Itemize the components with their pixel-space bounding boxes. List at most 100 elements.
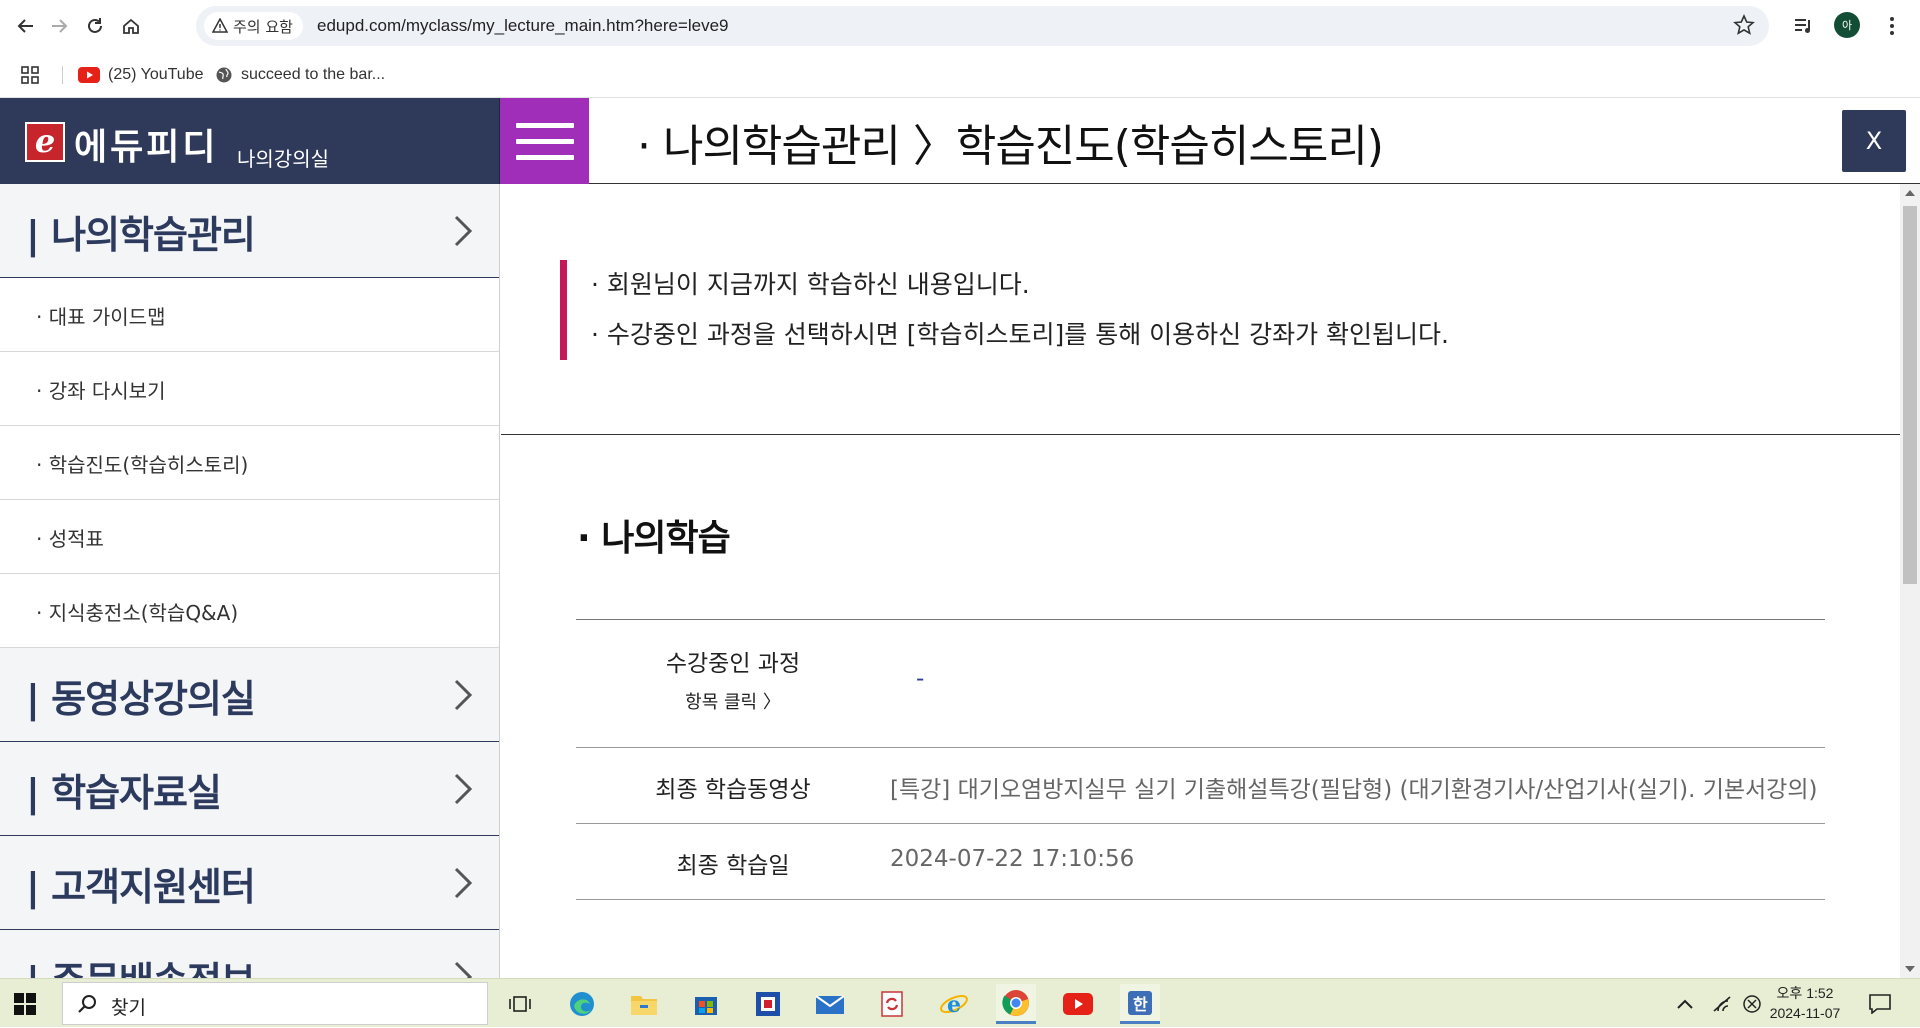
taskbar-app-edge[interactable] (562, 984, 602, 1024)
volume-muted-icon[interactable] (1742, 994, 1762, 1014)
sidebar-item-label: · 강좌 다시보기 (36, 379, 166, 403)
close-button[interactable]: X (1842, 110, 1906, 172)
taskbar-app-hangul[interactable]: 한 (1120, 984, 1160, 1024)
hamburger-line (515, 138, 574, 144)
sidebar-section-title: | 주문배송정보 (26, 950, 256, 978)
apps-shortcut[interactable] (20, 62, 40, 88)
url-text[interactable]: edupd.com/myclass/my_lecture_main.htm?he… (317, 16, 729, 36)
last-date-value: 2024-07-22 17:10:56 (890, 846, 1135, 872)
forward-button[interactable] (43, 10, 75, 42)
sidebar-item-label: · 학습진도(학습히스토리) (36, 453, 249, 477)
notice-line: · 수강중인 과정을 선택하시면 [학습히스토리]를 통해 이용하신 강좌가 확… (591, 320, 1449, 349)
taskbar-app-chrome[interactable] (996, 984, 1036, 1024)
bookmark-label: (25) YouTube (108, 66, 204, 83)
last-video-label: 최종 학습동영상 (655, 777, 811, 803)
chevron-up-icon[interactable] (1676, 998, 1694, 1010)
taskbar-app-internet-explorer[interactable]: e (934, 984, 974, 1024)
start-button[interactable] (10, 989, 40, 1019)
taskbar-app-sync[interactable] (872, 984, 912, 1024)
media-control-button[interactable] (1788, 10, 1820, 42)
learning-info-table: 수강중인 과정 항목 클릭 〉 - 최종 학습동영상 [특강] 대기오염방지실무… (576, 619, 1825, 900)
youtube-icon (78, 67, 100, 83)
section-divider (501, 434, 1900, 435)
app-red-icon (756, 992, 780, 1016)
search-placeholder: 찾기 (111, 997, 146, 1019)
hamburger-menu-button[interactable] (500, 98, 589, 184)
sidebar-item-learning-qa[interactable]: · 지식충전소(학습Q&A) (0, 574, 499, 648)
page-scrollbar[interactable] (1900, 184, 1920, 978)
last-date-label: 최종 학습일 (676, 853, 790, 879)
table-row-last-video: 최종 학습동영상 [특강] 대기오염방지실무 실기 기출해설특강(필답형) (대… (576, 748, 1825, 824)
system-tray (1676, 979, 1762, 1028)
store-icon (695, 997, 717, 1015)
site-brand-bar: e 에듀피디 나의강의실 (0, 98, 500, 184)
chevron-right-icon (454, 679, 473, 711)
svg-text:e: e (947, 992, 961, 1018)
sidebar-section-title: | 학습자료실 (26, 771, 222, 815)
task-view-icon (509, 996, 531, 1012)
sidebar-item-report-card[interactable]: · 성적표 (0, 500, 499, 574)
site-logo-subtitle: 나의강의실 (237, 147, 329, 171)
globe-icon (216, 67, 232, 83)
taskbar-app-store[interactable] (686, 984, 726, 1024)
task-view-button[interactable] (500, 984, 540, 1024)
chevron-right-icon (454, 773, 473, 805)
taskbar-app-file-explorer[interactable] (624, 984, 664, 1024)
scroll-up-arrow-icon[interactable] (1905, 190, 1915, 196)
taskbar-search-box[interactable]: 찾기 (62, 982, 488, 1025)
taskbar-app-youtube[interactable] (1058, 984, 1098, 1024)
bookmark-youtube[interactable]: (25) YouTube (78, 62, 203, 88)
course-hint: 항목 클릭 〉 (685, 692, 781, 713)
page-header: · 나의학습관리 〉학습진도(학습히스토리) X (589, 98, 1920, 184)
taskbar-app-mail[interactable] (810, 984, 850, 1024)
network-icon[interactable] (1712, 995, 1734, 1013)
svg-text:한: 한 (1133, 995, 1148, 1014)
sidebar-item-lecture-replay[interactable]: · 강좌 다시보기 (0, 352, 499, 426)
taskbar-app-red[interactable] (748, 984, 788, 1024)
scroll-down-arrow-icon[interactable] (1905, 966, 1915, 972)
chevron-right-icon (454, 961, 473, 978)
back-button[interactable] (10, 10, 42, 42)
security-chip-label: 주의 요함 (233, 17, 293, 36)
sidebar-item-label: · 대표 가이드맵 (36, 305, 166, 329)
sidebar-item-label: · 성적표 (36, 527, 104, 551)
clock-time: 오후 1:52 (1776, 985, 1834, 1001)
browser-menu-button[interactable] (1876, 10, 1908, 42)
browser-toolbar: 주의 요함 edupd.com/myclass/my_lecture_main.… (0, 0, 1920, 52)
site-logo-text[interactable]: 에듀피디 (74, 118, 218, 170)
sidebar-section-video-lectures[interactable]: | 동영상강의실 (0, 648, 499, 742)
notification-center-button[interactable] (1860, 984, 1900, 1024)
bookmark-succeed[interactable]: succeed to the bar... (215, 62, 385, 88)
sidebar-item-guide-map[interactable]: · 대표 가이드맵 (0, 278, 499, 352)
sidebar-section-resources[interactable]: | 학습자료실 (0, 742, 499, 836)
security-warning-chip[interactable]: 주의 요함 (204, 12, 303, 40)
bookmark-star-icon[interactable] (1733, 14, 1755, 40)
home-icon (123, 18, 139, 34)
sidebar-section-support[interactable]: | 고객지원센터 (0, 836, 499, 930)
table-row-course: 수강중인 과정 항목 클릭 〉 - (576, 620, 1825, 748)
web-page: e 에듀피디 나의강의실 · 나의학습관리 〉학습진도(학습히스토리) X | … (0, 98, 1920, 978)
warning-icon (212, 18, 228, 33)
address-bar[interactable]: 주의 요함 edupd.com/myclass/my_lecture_main.… (196, 6, 1769, 46)
sidebar-item-learning-progress[interactable]: · 학습진도(학습히스토리) (0, 426, 499, 500)
windows-logo-icon (14, 993, 36, 1015)
scroll-thumb[interactable] (1903, 206, 1917, 584)
bookmark-divider (62, 66, 63, 84)
reload-button[interactable] (79, 10, 111, 42)
sidebar-section-title: | 나의학습관리 (26, 213, 256, 257)
taskbar-clock[interactable]: 오후 1:52 2024-11-07 (1760, 983, 1850, 1023)
sidebar-section-orders[interactable]: | 주문배송정보 (0, 930, 499, 978)
playlist-icon (1795, 19, 1810, 33)
sidebar-section-my-learning[interactable]: | 나의학습관리 (0, 184, 499, 278)
last-video-value: [특강] 대기오염방지실무 실기 기출해설특강(필답형) (대기환경기사/산업기… (890, 777, 1818, 803)
profile-avatar[interactable]: 아 (1834, 12, 1860, 38)
forward-arrow-icon (52, 19, 68, 33)
chrome-icon (1002, 989, 1029, 1016)
file-explorer-icon (631, 996, 657, 1015)
course-value-link[interactable]: - (916, 666, 924, 692)
clock-date: 2024-11-07 (1769, 1005, 1841, 1021)
site-logo-mark[interactable]: e (25, 122, 65, 162)
sidebar-item-label: · 지식충전소(학습Q&A) (36, 601, 239, 625)
home-button[interactable] (115, 10, 147, 42)
edge-icon (570, 992, 594, 1016)
